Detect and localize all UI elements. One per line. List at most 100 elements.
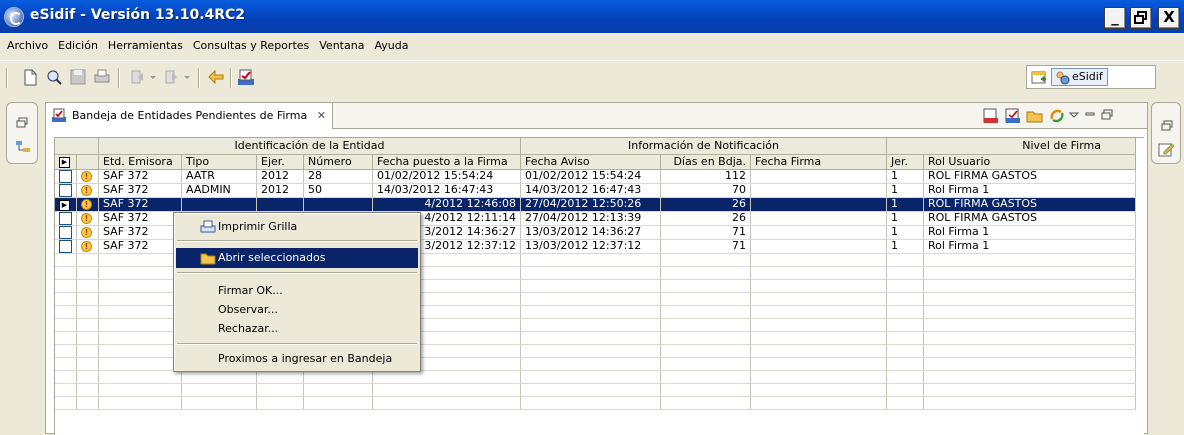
open-perspective-icon[interactable]: [1031, 70, 1047, 86]
table-row-selected[interactable]: ▶ ! SAF 372 4/2012 12:46:08 27/04/2012 1…: [55, 197, 1136, 212]
menu-item-imprimir-grilla[interactable]: Imprimir Grilla: [176, 217, 418, 237]
cell-rol: Rol Firma 1: [923, 225, 1136, 240]
header-jer[interactable]: Jer.: [886, 154, 924, 170]
previous-edit-icon[interactable]: [128, 67, 148, 87]
restore-view-icon[interactable]: [16, 117, 28, 129]
cell-rol: Rol Firma 1: [923, 239, 1136, 254]
empty-cell: [750, 279, 887, 293]
empty-cell: [98, 396, 182, 410]
empty-cell: [520, 305, 661, 319]
cell-tipo: AADMIN: [181, 183, 257, 198]
save-icon[interactable]: [68, 67, 88, 87]
cell-fecha-puesto: 4/2012 12:46:08: [372, 197, 521, 212]
header-numero[interactable]: Número: [303, 154, 373, 170]
row-checkbox[interactable]: [55, 225, 77, 240]
search-icon[interactable]: [44, 67, 64, 87]
signature-tray-icon[interactable]: [236, 67, 256, 87]
cell-numero: 50: [303, 183, 373, 198]
next-edit-icon[interactable]: [162, 67, 182, 87]
empty-cell: [55, 305, 77, 319]
empty-cell: [372, 383, 521, 397]
menu-item-observar[interactable]: Observar...: [176, 300, 418, 320]
hierarchy-view-icon[interactable]: [15, 139, 31, 155]
empty-cell: [520, 344, 661, 358]
empty-cell: [886, 344, 924, 358]
title-bar[interactable]: eSidif - Versión 13.10.4RC2 _ X: [0, 0, 1184, 33]
empty-cell: [923, 292, 1136, 306]
header-rol-usuario[interactable]: Rol Usuario: [923, 154, 1136, 170]
header-fecha-puesto-firma[interactable]: Fecha puesto a la Firma: [372, 154, 521, 170]
empty-cell: [55, 331, 77, 345]
minimize-view-icon[interactable]: [1084, 107, 1096, 125]
row-checkbox[interactable]: [55, 239, 77, 254]
empty-cell: [98, 292, 182, 306]
chevron-down-icon[interactable]: [182, 67, 192, 87]
empty-cell: [660, 331, 751, 345]
group-nivel-firma: Nivel de Firma: [886, 138, 1136, 155]
sign-document-icon[interactable]: [1004, 107, 1022, 125]
empty-cell: [886, 292, 924, 306]
row-checkbox[interactable]: [55, 183, 77, 198]
empty-cell: [55, 383, 77, 397]
menu-item-firmar-ok[interactable]: Firmar OK...: [176, 281, 418, 301]
header-etd-emisora[interactable]: Etd. Emisora: [98, 154, 182, 170]
cell-emisora: SAF 372: [98, 197, 182, 212]
minimize-button[interactable]: _: [1104, 7, 1126, 29]
empty-cell: [886, 279, 924, 293]
menu-item-abrir-seleccionados[interactable]: Abrir seleccionados: [176, 248, 418, 268]
cell-emisora: SAF 372: [98, 239, 182, 254]
view-menu-icon[interactable]: [1068, 107, 1080, 125]
empty-cell: [520, 396, 661, 410]
chevron-down-icon[interactable]: [148, 67, 158, 87]
open-folder-icon[interactable]: [1026, 107, 1044, 125]
menu-archivo[interactable]: Archivo: [2, 39, 53, 52]
cell-emisora: SAF 372: [98, 169, 182, 184]
header-dias-bandeja[interactable]: Días en Bdja.: [660, 154, 751, 170]
close-tab-icon[interactable]: ✕: [317, 109, 326, 122]
restore-view-icon[interactable]: [1100, 107, 1114, 125]
header-fecha-firma[interactable]: Fecha Firma: [750, 154, 887, 170]
group-identificacion: Identificación de la Entidad: [98, 138, 521, 155]
menu-herramientas[interactable]: Herramientas: [103, 39, 188, 52]
header-ejer[interactable]: Ejer.: [256, 154, 304, 170]
tab-bandeja-pendientes[interactable]: Bandeja de Entidades Pendientes de Firma…: [46, 103, 333, 129]
row-expand-toggle[interactable]: ▶: [55, 197, 77, 212]
empty-cell: [520, 318, 661, 332]
close-button[interactable]: X: [1158, 7, 1180, 29]
row-checkbox[interactable]: [55, 211, 77, 226]
back-arrow-icon[interactable]: [206, 67, 226, 87]
empty-cell: [55, 266, 77, 280]
menu-edicion[interactable]: Edición: [53, 39, 103, 52]
empty-cell: [660, 383, 751, 397]
table-row[interactable]: ! SAF 372 AATR 2012 28 01/02/2012 15:54:…: [55, 169, 1136, 184]
header-tipo[interactable]: Tipo: [181, 154, 257, 170]
empty-cell: [750, 318, 887, 332]
menu-ayuda[interactable]: Ayuda: [369, 39, 413, 52]
perspective-label: eSidif: [1072, 70, 1103, 83]
table-row[interactable]: ! SAF 372 AADMIN 2012 50 14/03/2012 16:4…: [55, 183, 1136, 198]
empty-cell: [256, 383, 304, 397]
menu-consultas-reportes[interactable]: Consultas y Reportes: [188, 39, 314, 52]
warning-icon: !: [76, 225, 99, 240]
cell-fecha-aviso: 13/03/2012 12:37:12: [520, 239, 661, 254]
new-document-icon[interactable]: [20, 67, 40, 87]
empty-cell: [76, 292, 99, 306]
menu-item-rechazar[interactable]: Rechazar...: [176, 319, 418, 339]
empty-cell: [303, 396, 373, 410]
menu-item-proximos-ingresar[interactable]: Proximos a ingresar en Bandeja: [176, 349, 418, 369]
row-checkbox[interactable]: [55, 169, 77, 184]
menu-ventana[interactable]: Ventana: [314, 39, 369, 52]
esidif-perspective-button[interactable]: eSidif: [1051, 68, 1108, 86]
maximize-button[interactable]: [1130, 7, 1152, 29]
empty-cell: [660, 253, 751, 267]
print-icon[interactable]: [92, 67, 112, 87]
refresh-icon[interactable]: [1048, 107, 1066, 125]
expand-all-toggle[interactable]: ▶: [55, 154, 77, 170]
edit-note-icon[interactable]: [1158, 141, 1174, 157]
empty-cell: [76, 318, 99, 332]
restore-view-icon[interactable]: [1161, 120, 1173, 132]
alert-document-icon[interactable]: [982, 107, 1000, 125]
header-fecha-aviso[interactable]: Fecha Aviso: [520, 154, 661, 170]
empty-cell: [750, 370, 887, 384]
main-toolbar: eSidif: [0, 60, 1184, 92]
